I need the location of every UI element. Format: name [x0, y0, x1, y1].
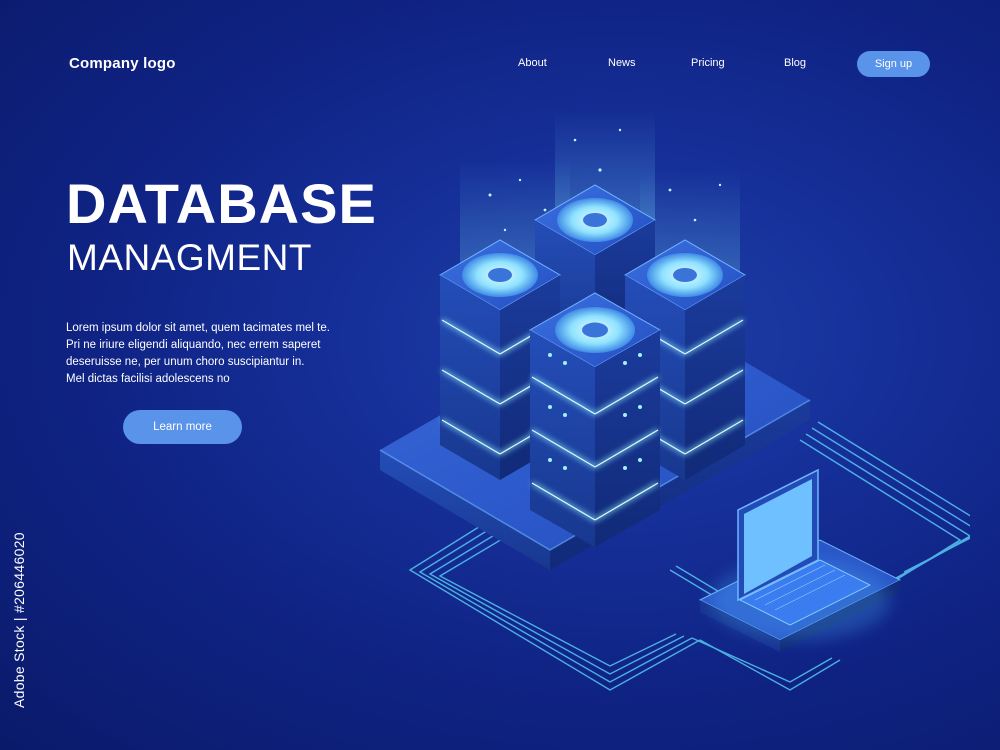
hero-subtitle: MANAGMENT: [67, 237, 312, 278]
signup-button[interactable]: Sign up: [857, 51, 930, 77]
hero-description-line: Pri ne iriure eligendi aliquando, nec er…: [66, 339, 321, 351]
company-logo[interactable]: Company logo: [69, 55, 176, 72]
laptop-icon: [698, 468, 902, 652]
database-illustration: [379, 110, 970, 691]
hero-title: DATABASE: [66, 172, 377, 235]
nav-link-about[interactable]: About: [518, 57, 547, 69]
hero-description: Lorem ipsum dolor sit amet, quem tacimat…: [66, 320, 356, 388]
hero-description-line: Lorem ipsum dolor sit amet, quem tacimat…: [66, 322, 330, 334]
stock-id-label: Adobe Stock | #206446020: [11, 532, 27, 708]
nav-link-blog[interactable]: Blog: [784, 57, 806, 69]
nav-link-pricing[interactable]: Pricing: [691, 57, 725, 69]
nav-link-news[interactable]: News: [608, 57, 636, 69]
learn-more-button[interactable]: Learn more: [123, 410, 242, 444]
hero-description-line: Mel dictas facilisi adolescens no: [66, 373, 230, 385]
hero-description-line: deseruisse ne, per unum choro suscipiant…: [66, 356, 305, 368]
